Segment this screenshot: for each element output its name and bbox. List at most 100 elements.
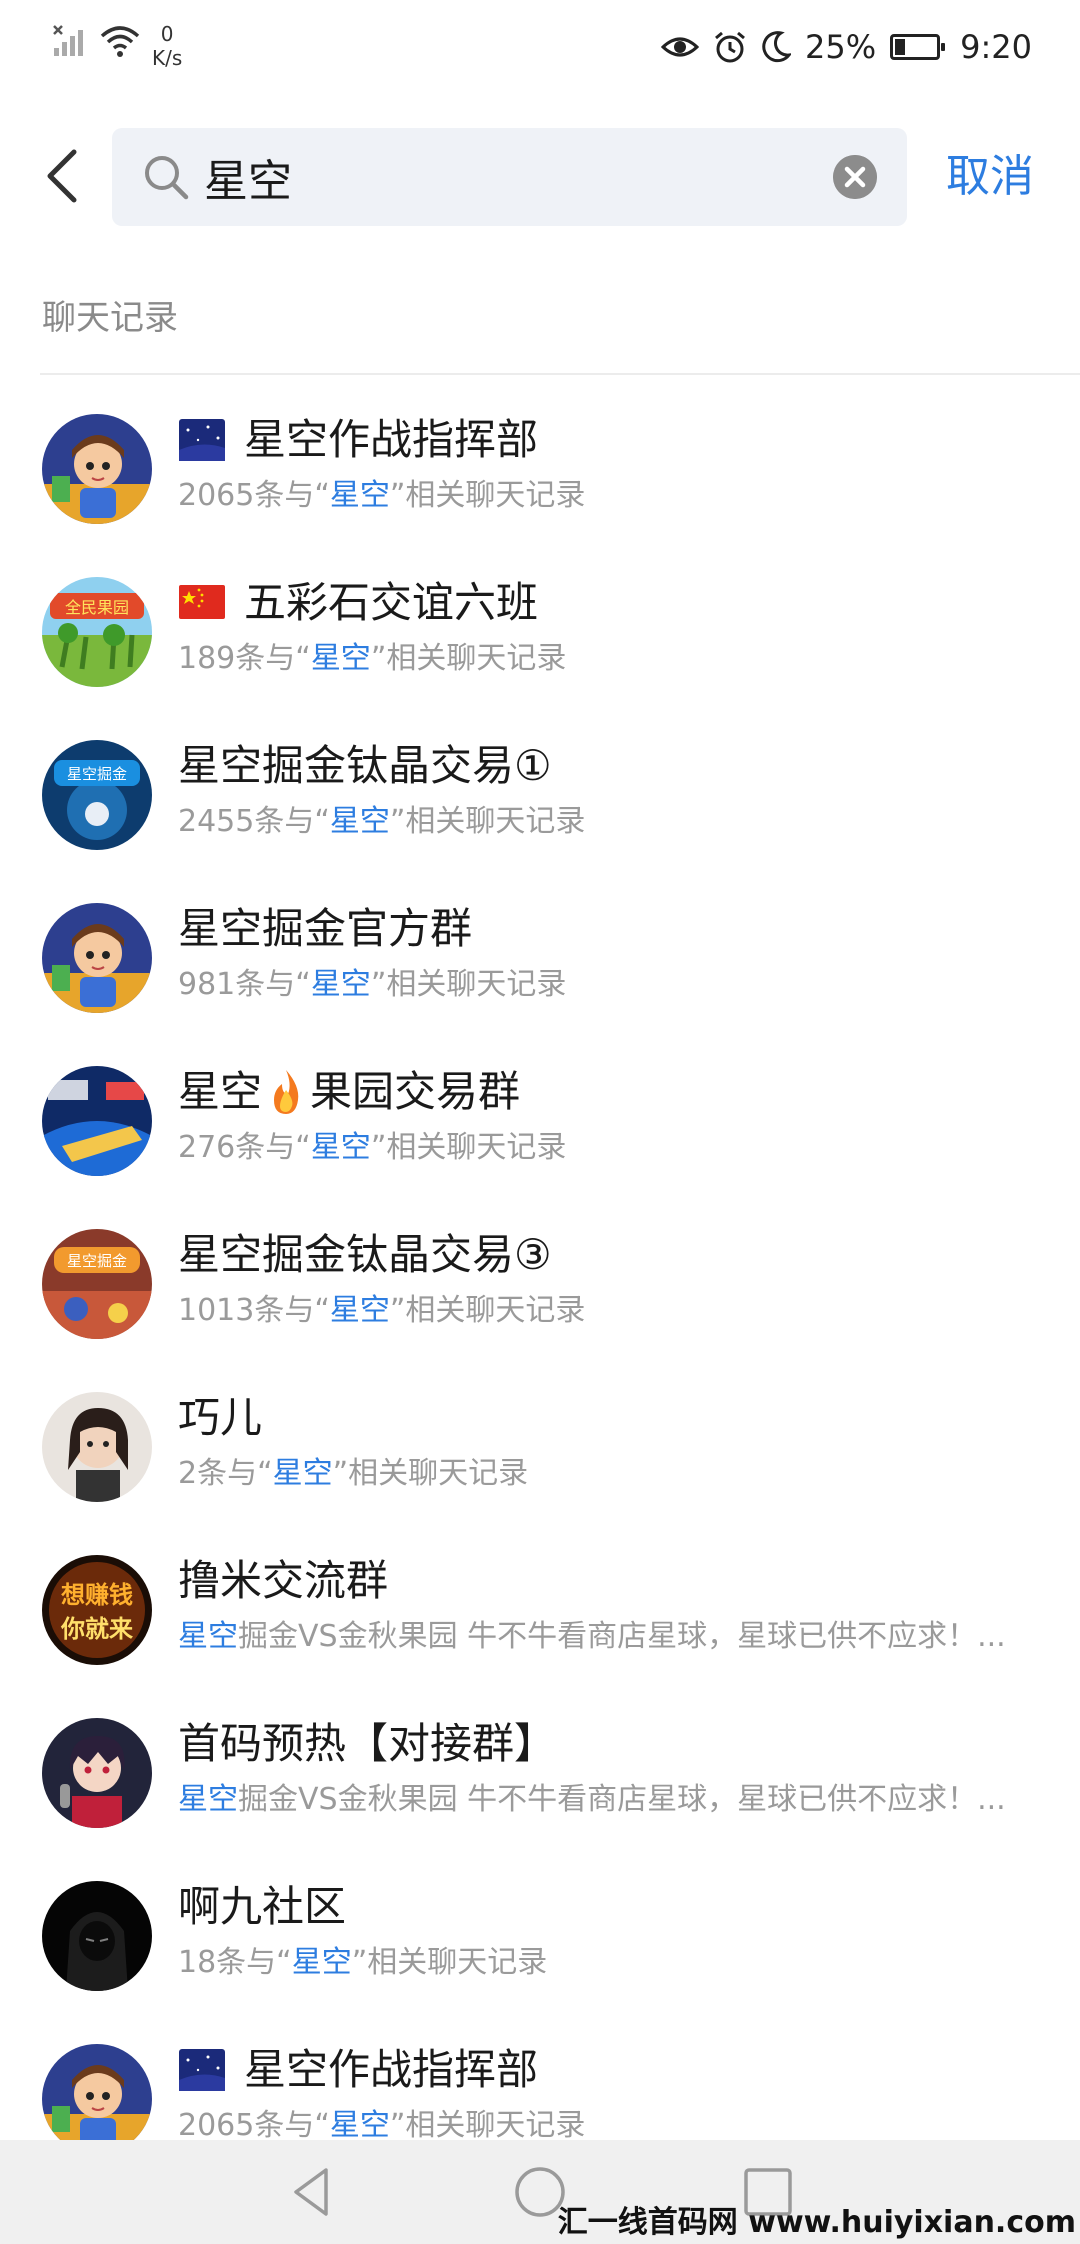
chat-title-text: 撸米交流群 <box>178 1556 389 1605</box>
chat-title-text: 星空 <box>178 1067 263 1116</box>
chat-title: 星空掘金钛晶交易③ <box>178 1227 552 1283</box>
chat-title: 首码预热【对接群】 <box>178 1716 556 1772</box>
svg-text:星空掘金: 星空掘金 <box>67 1252 127 1270</box>
clock: 9:20 <box>960 28 1032 66</box>
chat-title: 星空 果园交易群 <box>178 1064 520 1120</box>
match-keyword: 星空 <box>178 1782 238 1817</box>
night-sky-icon <box>179 2049 225 2091</box>
avatar: 星空掘金 <box>42 1229 152 1339</box>
result-row[interactable]: 首码预热【对接群】星空掘金VS金秋果园 牛不牛看商店星球，星球已供不应求！... <box>0 1696 1080 1859</box>
chat-title: 撸米交流群 <box>178 1553 388 1609</box>
alarm-icon <box>715 31 745 63</box>
match-keyword: 星空 <box>272 1456 333 1491</box>
avatar <box>42 414 152 524</box>
svg-text:想赚钱: 想赚钱 <box>61 1581 133 1609</box>
result-row[interactable]: 星空掘金官方群 981条与“星空”相关聊天记录 <box>0 881 1080 1044</box>
match-keyword: 星空 <box>310 1130 371 1165</box>
eye-icon <box>661 37 700 57</box>
nav-back-icon[interactable] <box>282 2162 342 2222</box>
result-row[interactable]: 啊九社区 18条与“星空”相关聊天记录 <box>0 1859 1080 2022</box>
match-keyword: 星空 <box>178 1619 238 1654</box>
signal-icon <box>53 25 83 56</box>
chat-title-text: 星空作战指挥部 <box>244 415 539 464</box>
avatar <box>42 1066 152 1176</box>
match-text: 2条与“ <box>178 1456 273 1491</box>
avatar <box>42 2044 152 2140</box>
avatar <box>42 1392 152 1502</box>
watermark: 汇一线首码网 www.huiyixian.com <box>557 2205 1076 2240</box>
match-text: 2065条与“ <box>178 478 330 513</box>
match-text: 981条与“ <box>178 967 311 1002</box>
chat-record-list[interactable]: 星空作战指挥部 2065条与“星空”相关聊天记录 全民果园 五彩石交谊六班 189条与“… <box>0 392 1080 2140</box>
match-text: 掘金VS金秋果园 牛不牛看商店星球，星球已供不应求！... <box>238 1619 1006 1654</box>
divider <box>40 373 1080 375</box>
network-speed: 0 K/s <box>152 22 182 70</box>
result-row[interactable]: 全民果园 五彩石交谊六班 189条与“星空”相关聊天记录 <box>0 555 1080 718</box>
status-right: 25% 9:20 <box>661 28 1032 66</box>
match-summary: 18条与“星空”相关聊天记录 <box>178 1943 1058 1983</box>
chat-title-text: 五彩石交谊六班 <box>244 578 539 627</box>
clear-icon[interactable] <box>833 155 877 199</box>
chat-title: 巧儿 <box>178 1390 262 1446</box>
avatar <box>42 903 152 1013</box>
match-keyword: 星空 <box>329 478 390 513</box>
battery-percent: 25% <box>805 28 877 66</box>
chat-title-text: 果园交易群 <box>310 1067 521 1116</box>
match-summary: 星空掘金VS金秋果园 牛不牛看商店星球，星球已供不应求！... <box>178 1617 1058 1657</box>
match-text: 18条与“ <box>178 1945 292 1980</box>
match-text: ”相关聊天记录 <box>370 641 567 676</box>
avatar: 想赚钱 你就来 <box>42 1555 152 1665</box>
cancel-button[interactable]: 取消 <box>946 148 1034 206</box>
match-keyword: 星空 <box>329 1293 390 1328</box>
match-text: ”相关聊天记录 <box>389 2108 586 2140</box>
result-row[interactable]: 星空作战指挥部 2065条与“星空”相关聊天记录 <box>0 392 1080 555</box>
avatar: 全民果园 <box>42 577 152 687</box>
match-summary: 2065条与“星空”相关聊天记录 <box>178 476 1058 516</box>
china-flag-icon <box>179 585 225 619</box>
match-summary: 星空掘金VS金秋果园 牛不牛看商店星球，星球已供不应求！... <box>178 1780 1058 1820</box>
result-row[interactable]: 星空作战指挥部 2065条与“星空”相关聊天记录 <box>0 2022 1080 2140</box>
match-summary: 2455条与“星空”相关聊天记录 <box>178 802 1058 842</box>
match-text: ”相关聊天记录 <box>389 804 586 839</box>
search-icon <box>145 156 189 200</box>
svg-text:你就来: 你就来 <box>60 1615 134 1643</box>
avatar: 星空掘金 <box>42 740 152 850</box>
chat-title: 啊九社区 <box>178 1879 346 1935</box>
match-text: ”相关聊天记录 <box>389 478 586 513</box>
match-text: ”相关聊天记录 <box>370 967 567 1002</box>
match-text: ”相关聊天记录 <box>370 1130 567 1165</box>
match-keyword: 星空 <box>310 967 371 1002</box>
match-keyword: 星空 <box>291 1945 352 1980</box>
match-summary: 276条与“星空”相关聊天记录 <box>178 1128 1058 1168</box>
chat-title-text: 首码预热【对接群】 <box>178 1719 557 1768</box>
chat-title-text: 星空掘金钛晶交易① <box>178 741 552 790</box>
result-row[interactable]: 星空掘金 星空掘金钛晶交易① 2455条与“星空”相关聊天记录 <box>0 718 1080 881</box>
moon-icon <box>762 31 792 63</box>
status-bar: 0 K/s 25% 9:20 <box>0 0 1080 100</box>
match-text: 2065条与“ <box>178 2108 330 2140</box>
chat-title: 星空掘金官方群 <box>178 901 472 957</box>
match-summary: 2条与“星空”相关聊天记录 <box>178 1454 1058 1494</box>
result-row[interactable]: 想赚钱 你就来 撸米交流群 星空掘金VS金秋果园 牛不牛看商店星球，星球已供不应求！.… <box>0 1533 1080 1696</box>
chat-title-text: 啊九社区 <box>178 1882 347 1931</box>
match-text: ”相关聊天记录 <box>332 1456 529 1491</box>
chat-title-text: 星空掘金钛晶交易③ <box>178 1230 552 1279</box>
search-box[interactable] <box>112 128 907 226</box>
back-icon[interactable] <box>36 146 92 206</box>
search-header: 取消 <box>0 128 1080 226</box>
match-text: 189条与“ <box>178 641 311 676</box>
result-row[interactable]: 星空掘金 星空掘金钛晶交易③ 1013条与“星空”相关聊天记录 <box>0 1207 1080 1370</box>
wifi-icon <box>100 26 140 57</box>
avatar <box>42 1718 152 1828</box>
result-row[interactable]: 星空 果园交易群 276条与“星空”相关聊天记录 <box>0 1044 1080 1207</box>
network-speed-value: 0 <box>160 22 174 46</box>
match-summary: 1013条与“星空”相关聊天记录 <box>178 1291 1058 1331</box>
chat-title: 五彩石交谊六班 <box>178 575 538 631</box>
match-summary: 981条与“星空”相关聊天记录 <box>178 965 1058 1005</box>
result-row[interactable]: 巧儿 2条与“星空”相关聊天记录 <box>0 1370 1080 1533</box>
search-input[interactable] <box>204 142 804 212</box>
chat-title-text: 星空作战指挥部 <box>244 2045 539 2094</box>
match-text: 276条与“ <box>178 1130 311 1165</box>
avatar <box>42 1881 152 1991</box>
match-text: ”相关聊天记录 <box>389 1293 586 1328</box>
